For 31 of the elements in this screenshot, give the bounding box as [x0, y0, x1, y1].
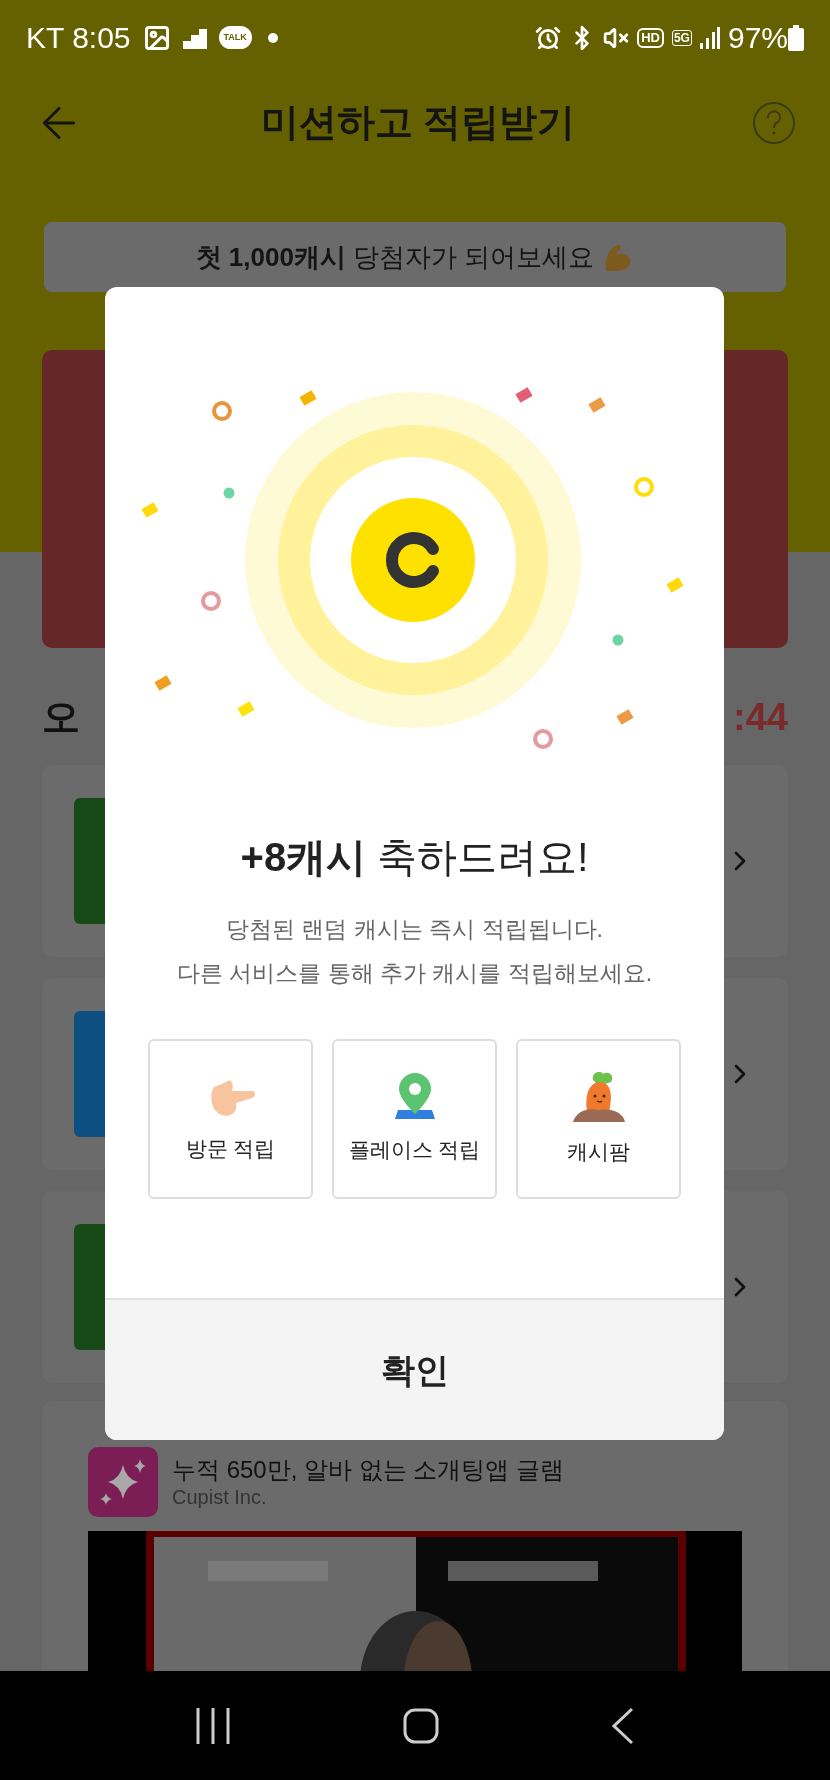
carrier-time: KT 8:05: [26, 20, 131, 56]
coin-icon: [351, 498, 475, 622]
map-pin-icon: [393, 1072, 436, 1121]
service-tile[interactable]: 플레이스 적립: [332, 1039, 497, 1199]
reward-message: 당첨된 랜덤 캐시는 즉시 적립됩니다.: [226, 915, 603, 944]
confirm-button[interactable]: 확인: [105, 1298, 724, 1440]
countdown-timer: :44: [733, 694, 788, 740]
section-title: 오: [42, 694, 80, 740]
battery-icon: [788, 24, 804, 51]
alarm-icon: [535, 24, 562, 51]
network-indicator: 5G: [671, 29, 692, 46]
banner-text: 첫 1,000캐시 당첨자가 되어보세요: [195, 240, 595, 274]
ad-advertiser: Cupist Inc.: [172, 1484, 268, 1510]
home-icon[interactable]: [403, 1708, 439, 1744]
reward-message: 다른 서비스를 통해 추가 캐시를 적립해보세요.: [176, 959, 653, 988]
app-icon: [88, 1447, 158, 1517]
reward-title: +8캐시 축하드려요!: [239, 837, 590, 877]
signal-icon: [699, 26, 720, 49]
battery-level: 97%: [727, 20, 788, 56]
dot-icon: [267, 32, 278, 43]
service-tile[interactable]: 방문 적립: [148, 1039, 313, 1199]
back-nav-icon[interactable]: [611, 1707, 634, 1745]
ad-title: 누적 650만, 알바 없는 소개팅앱 글램: [172, 1454, 565, 1485]
steps-icon: [182, 26, 207, 49]
service-tile[interactable]: 캐시팜: [516, 1039, 681, 1199]
image-icon: [142, 23, 171, 52]
talk-bubble-icon: TALK: [218, 25, 252, 50]
recent-apps-icon[interactable]: [196, 1708, 231, 1744]
carrot-character-icon: [570, 1070, 627, 1123]
hd-indicator: HD: [637, 27, 664, 48]
page-title: 미션하고 적립받기: [259, 100, 577, 145]
